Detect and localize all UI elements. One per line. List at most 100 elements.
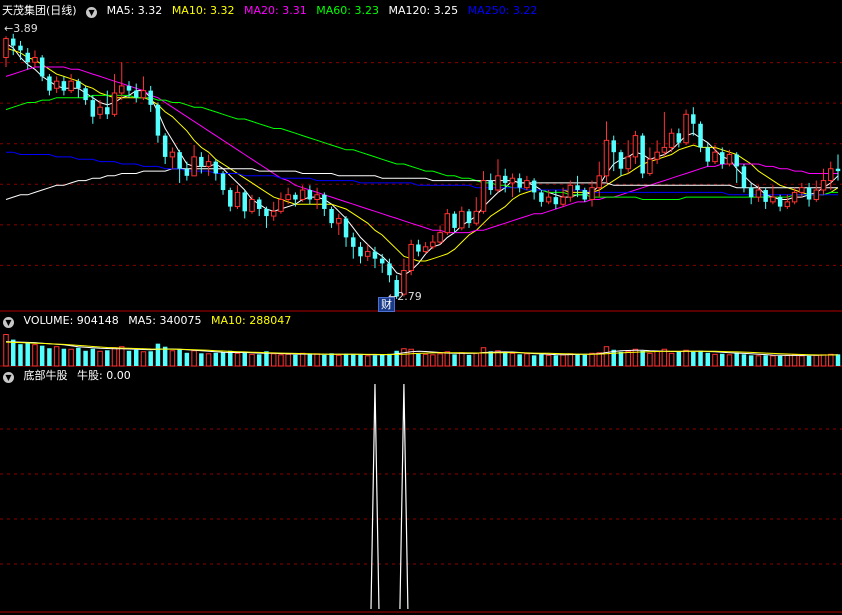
volume-bar: [394, 350, 399, 366]
candle-body: [191, 156, 197, 177]
volume-bar: [68, 348, 74, 367]
indicator-menu-icon[interactable]: ▼: [3, 372, 14, 383]
candle-body: [278, 199, 284, 212]
candle-body: [668, 132, 675, 148]
volume-bar: [452, 354, 457, 366]
candle-body: [596, 175, 602, 189]
candle-body: [379, 258, 385, 264]
candle-body: [502, 175, 508, 183]
volume-bar: [322, 354, 327, 366]
candle-body: [835, 168, 841, 172]
volume-bar: [741, 354, 747, 366]
volume-bar: [343, 353, 349, 366]
volume-bar: [698, 350, 703, 366]
volume-bar: [105, 350, 110, 366]
volume-bar: [676, 351, 682, 366]
candle-body: [234, 191, 241, 208]
stock-title: 天茂集团(日线): [2, 4, 77, 17]
volume-bar: [191, 350, 197, 367]
volume-bar: [720, 353, 725, 366]
high-price-label: ←3.89: [4, 22, 38, 35]
volume-bar: [683, 349, 689, 367]
candle-body: [611, 140, 616, 153]
candle-body: [589, 187, 595, 201]
candle-body: [726, 154, 733, 165]
volume-bar: [705, 352, 711, 366]
candle-body: [83, 88, 88, 101]
volume-bar: [140, 351, 147, 367]
volume-bar: [545, 354, 552, 367]
candle-body: [784, 201, 791, 208]
candle-body: [791, 191, 798, 203]
volume-bar: [791, 354, 798, 367]
event-tag-badge[interactable]: 财: [378, 297, 395, 312]
volume-bar: [256, 354, 262, 366]
candle-body: [358, 246, 363, 257]
candle-body: [770, 196, 776, 203]
volume-bar: [647, 352, 653, 367]
volume-bar: [524, 353, 530, 367]
volume-bar: [314, 353, 320, 367]
candle-body: [553, 197, 559, 205]
candle-body: [285, 194, 291, 200]
volume-bar: [813, 354, 820, 367]
volume-bar: [364, 355, 371, 367]
candle-body: [777, 197, 783, 207]
volume-bar: [668, 352, 675, 367]
candle-body: [705, 147, 711, 162]
candle-body: [270, 210, 277, 217]
volume-menu-icon[interactable]: ▼: [3, 317, 14, 328]
kline-chart[interactable]: [0, 0, 842, 615]
volume-bar: [755, 355, 762, 367]
volume-bar: [726, 354, 733, 367]
volume-bar: [10, 339, 16, 366]
volume-bar: [618, 351, 624, 366]
candle-body: [293, 194, 298, 200]
candle-body: [184, 168, 190, 176]
candle-body: [430, 241, 436, 248]
ma60-value: MA60: 3.23: [316, 4, 379, 17]
candle-body: [734, 154, 739, 167]
candle-body: [155, 104, 161, 136]
candle-body: [264, 208, 269, 217]
ma10-value: MA10: 3.32: [171, 4, 235, 17]
candle-body: [567, 184, 574, 198]
candle-body: [10, 38, 16, 46]
volume-bar: [603, 346, 610, 367]
candle-body: [452, 213, 457, 228]
candle-body: [473, 210, 480, 224]
candle-body: [25, 52, 30, 63]
candle-body: [828, 168, 834, 182]
candle-body: [560, 196, 566, 205]
candle-body: [603, 139, 610, 177]
volume-bar: [39, 345, 45, 366]
volume-bar: [444, 351, 451, 367]
volume-bar: [61, 348, 67, 366]
candle-body: [575, 185, 580, 191]
volume-bar: [270, 353, 277, 367]
volume-bar: [228, 350, 233, 366]
candle-body: [748, 187, 754, 198]
candle-body: [698, 123, 703, 148]
volume-bar: [336, 354, 342, 367]
volume-bar: [213, 352, 219, 366]
volume-bar: [828, 353, 834, 367]
volume-bar: [379, 354, 385, 366]
indicator-name: 底部牛股: [23, 369, 68, 382]
volume-bar: [820, 354, 827, 367]
volume-bar: [278, 354, 284, 367]
signal-spike: [399, 383, 409, 610]
candle-body: [53, 80, 60, 89]
candle-body: [343, 218, 349, 238]
candle-body: [76, 81, 81, 89]
volume-bar: [148, 351, 153, 366]
volume-bar: [299, 352, 306, 367]
volume-bar: [155, 343, 161, 366]
settings-menu-icon[interactable]: ▼: [86, 7, 98, 18]
volume-bar: [582, 354, 588, 366]
candle-body: [351, 237, 356, 247]
candle-body: [322, 194, 327, 209]
candle-body: [299, 189, 306, 201]
candle-body: [676, 133, 682, 143]
candle-body: [582, 190, 588, 200]
